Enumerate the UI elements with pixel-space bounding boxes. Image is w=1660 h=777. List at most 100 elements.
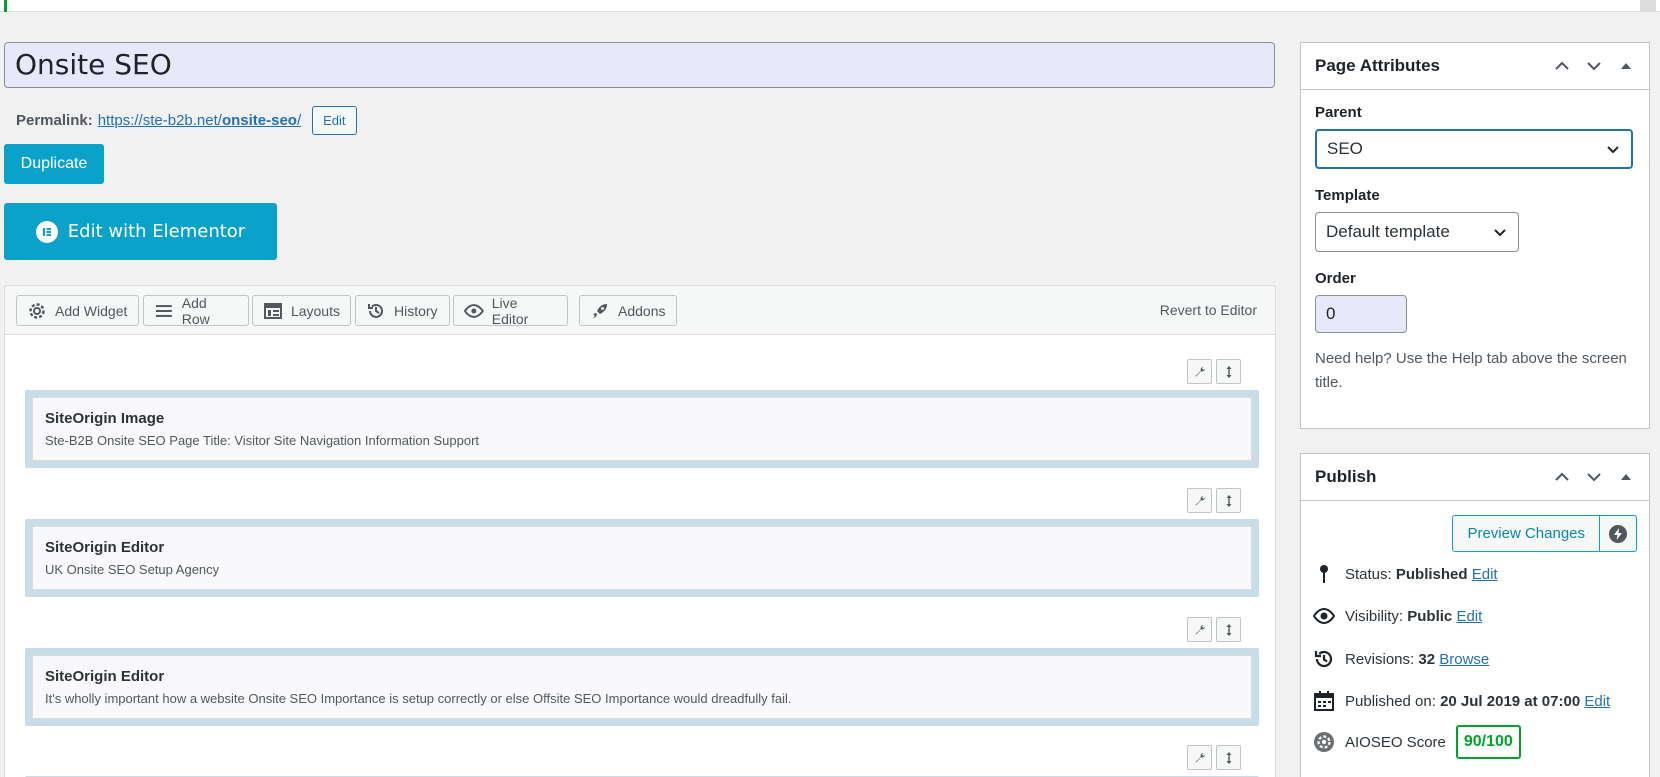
add-widget-button[interactable]: Add Widget [16, 295, 139, 326]
visibility-row: Visibility: Public Edit [1313, 605, 1482, 627]
bolt-icon [1609, 524, 1627, 543]
permalink-trailing: / [296, 112, 302, 129]
page-builder: Add Widget Add Row Layouts History Live … [4, 285, 1276, 777]
page-attributes-header: Page Attributes [1301, 43, 1649, 90]
revisions-value: 32 [1418, 650, 1436, 668]
permalink-link[interactable]: https://ste-b2b.net/onsite-seo/ [98, 112, 301, 129]
live-editor-button[interactable]: Live Editor [453, 295, 568, 327]
visibility-label: Visibility: [1345, 607, 1404, 625]
parent-label: Parent [1315, 104, 1362, 121]
publish-body: Preview Changes Status: Published Edit V… [1301, 501, 1649, 777]
layout-icon [263, 302, 282, 319]
widget-title: SiteOrigin Editor [45, 668, 165, 685]
widget-siteorigin-image[interactable]: SiteOrigin Image Ste-B2B Onsite SEO Page… [32, 397, 1252, 461]
row-move-handle[interactable] [1216, 617, 1241, 642]
aioseo-score-badge[interactable]: 90/100 [1455, 725, 1521, 759]
title-input[interactable]: Onsite SEO [4, 42, 1275, 88]
move-icon [1226, 365, 1231, 378]
avatar[interactable] [1640, 0, 1656, 12]
elementor-icon [35, 220, 58, 243]
row-move-handle[interactable] [1216, 745, 1241, 770]
widget-description: It's wholly important how a website Onsi… [45, 691, 792, 706]
row-settings-button[interactable] [1187, 359, 1212, 384]
calendar-icon [1314, 691, 1334, 711]
revisions-row: Revisions: 32 Browse [1313, 648, 1489, 670]
chevron-down-icon[interactable] [1585, 57, 1603, 75]
widget-title: SiteOrigin Image [45, 410, 165, 427]
widget-siteorigin-editor[interactable]: SiteOrigin Editor UK Onsite SEO Setup Ag… [32, 526, 1252, 590]
revisions-browse-link[interactable]: Browse [1439, 651, 1489, 668]
row-move-handle[interactable] [1216, 359, 1241, 384]
chevron-up-icon[interactable] [1553, 57, 1571, 75]
widget-description: Ste-B2B Onsite SEO Page Title: Visitor S… [45, 433, 480, 448]
permalink-slug: onsite-seo [221, 112, 297, 129]
revert-to-editor-link[interactable]: Revert to Editor [1160, 302, 1257, 318]
wrench-icon [1195, 624, 1205, 634]
order-input[interactable]: 0 [1315, 295, 1407, 333]
row-settings-button[interactable] [1187, 745, 1212, 770]
visibility-edit-link[interactable]: Edit [1456, 608, 1482, 625]
permalink-base: https://ste-b2b.net/ [97, 112, 222, 129]
status-label: Status: [1345, 565, 1392, 583]
collapse-triangle-icon[interactable] [1617, 468, 1635, 486]
duplicate-button[interactable]: Duplicate [4, 144, 104, 184]
instant-preview-button[interactable] [1600, 515, 1637, 552]
chevron-down-icon [1494, 229, 1506, 237]
move-icon [1226, 494, 1231, 507]
revisions-label: Revisions: [1345, 650, 1415, 668]
wrench-icon [1195, 752, 1205, 762]
published-on-edit-link[interactable]: Edit [1584, 693, 1610, 710]
row-move-handle[interactable] [1216, 488, 1241, 513]
help-text: Need help? Use the Help tab above the sc… [1315, 350, 1627, 391]
pin-icon [1320, 565, 1328, 583]
add-widget-label: Add Widget [55, 302, 128, 319]
preview-changes-button[interactable]: Preview Changes [1452, 515, 1600, 552]
page-attributes-title: Page Attributes [1315, 56, 1441, 75]
row-controls [1187, 488, 1241, 513]
status-indicator [4, 0, 7, 12]
chevron-down-icon[interactable] [1585, 468, 1603, 486]
order-label: Order [1315, 270, 1356, 287]
move-icon [1226, 751, 1231, 764]
publish-title: Publish [1315, 467, 1377, 486]
row-controls [1187, 745, 1241, 770]
widget-siteorigin-editor[interactable]: SiteOrigin Editor It's wholly important … [32, 655, 1252, 719]
parent-select[interactable]: SEO [1315, 129, 1633, 169]
published-on-label: Published on: [1345, 692, 1436, 710]
history-icon [368, 303, 383, 318]
status-edit-link[interactable]: Edit [1472, 566, 1498, 583]
permalink: Permalink: https://ste-b2b.net/onsite-se… [16, 106, 357, 135]
template-select[interactable]: Default template [1315, 212, 1519, 252]
rocket-icon [593, 303, 607, 318]
page-attributes-box: Page Attributes Parent SEO Template Defa… [1300, 42, 1650, 429]
layouts-button[interactable]: Layouts [252, 295, 351, 326]
aioseo-gear-icon [1314, 732, 1334, 752]
publish-header: Publish [1301, 454, 1649, 501]
page-attributes-body: Parent SEO Template Default template Ord… [1301, 90, 1649, 409]
permalink-label: Permalink: [16, 112, 93, 129]
status-row: Status: Published Edit [1313, 563, 1498, 585]
edit-with-elementor-button[interactable]: Edit with Elementor [4, 203, 277, 260]
eye-icon [464, 303, 484, 318]
chevron-up-icon[interactable] [1553, 468, 1571, 486]
addons-label: Addons [618, 302, 666, 319]
permalink-edit-button[interactable]: Edit [312, 106, 357, 135]
move-icon [1226, 623, 1231, 636]
row-controls [1187, 617, 1241, 642]
widget-title: SiteOrigin Editor [45, 539, 165, 556]
eye-icon [1313, 607, 1335, 625]
lines-icon [155, 304, 172, 317]
wrench-icon [1195, 495, 1205, 505]
gear-icon [29, 302, 45, 319]
row-settings-button[interactable] [1187, 617, 1212, 642]
row-settings-button[interactable] [1187, 488, 1212, 513]
history-button[interactable]: History [355, 295, 450, 326]
addons-button[interactable]: Addons [579, 295, 677, 326]
history-icon [1314, 650, 1333, 668]
box-controls [1553, 57, 1635, 75]
add-row-button[interactable]: Add Row [143, 295, 249, 327]
layouts-label: Layouts [290, 302, 340, 319]
builder-row: SiteOrigin Editor UK Onsite SEO Setup Ag… [25, 519, 1259, 597]
chevron-down-icon [1607, 146, 1619, 154]
collapse-triangle-icon[interactable] [1617, 57, 1635, 75]
